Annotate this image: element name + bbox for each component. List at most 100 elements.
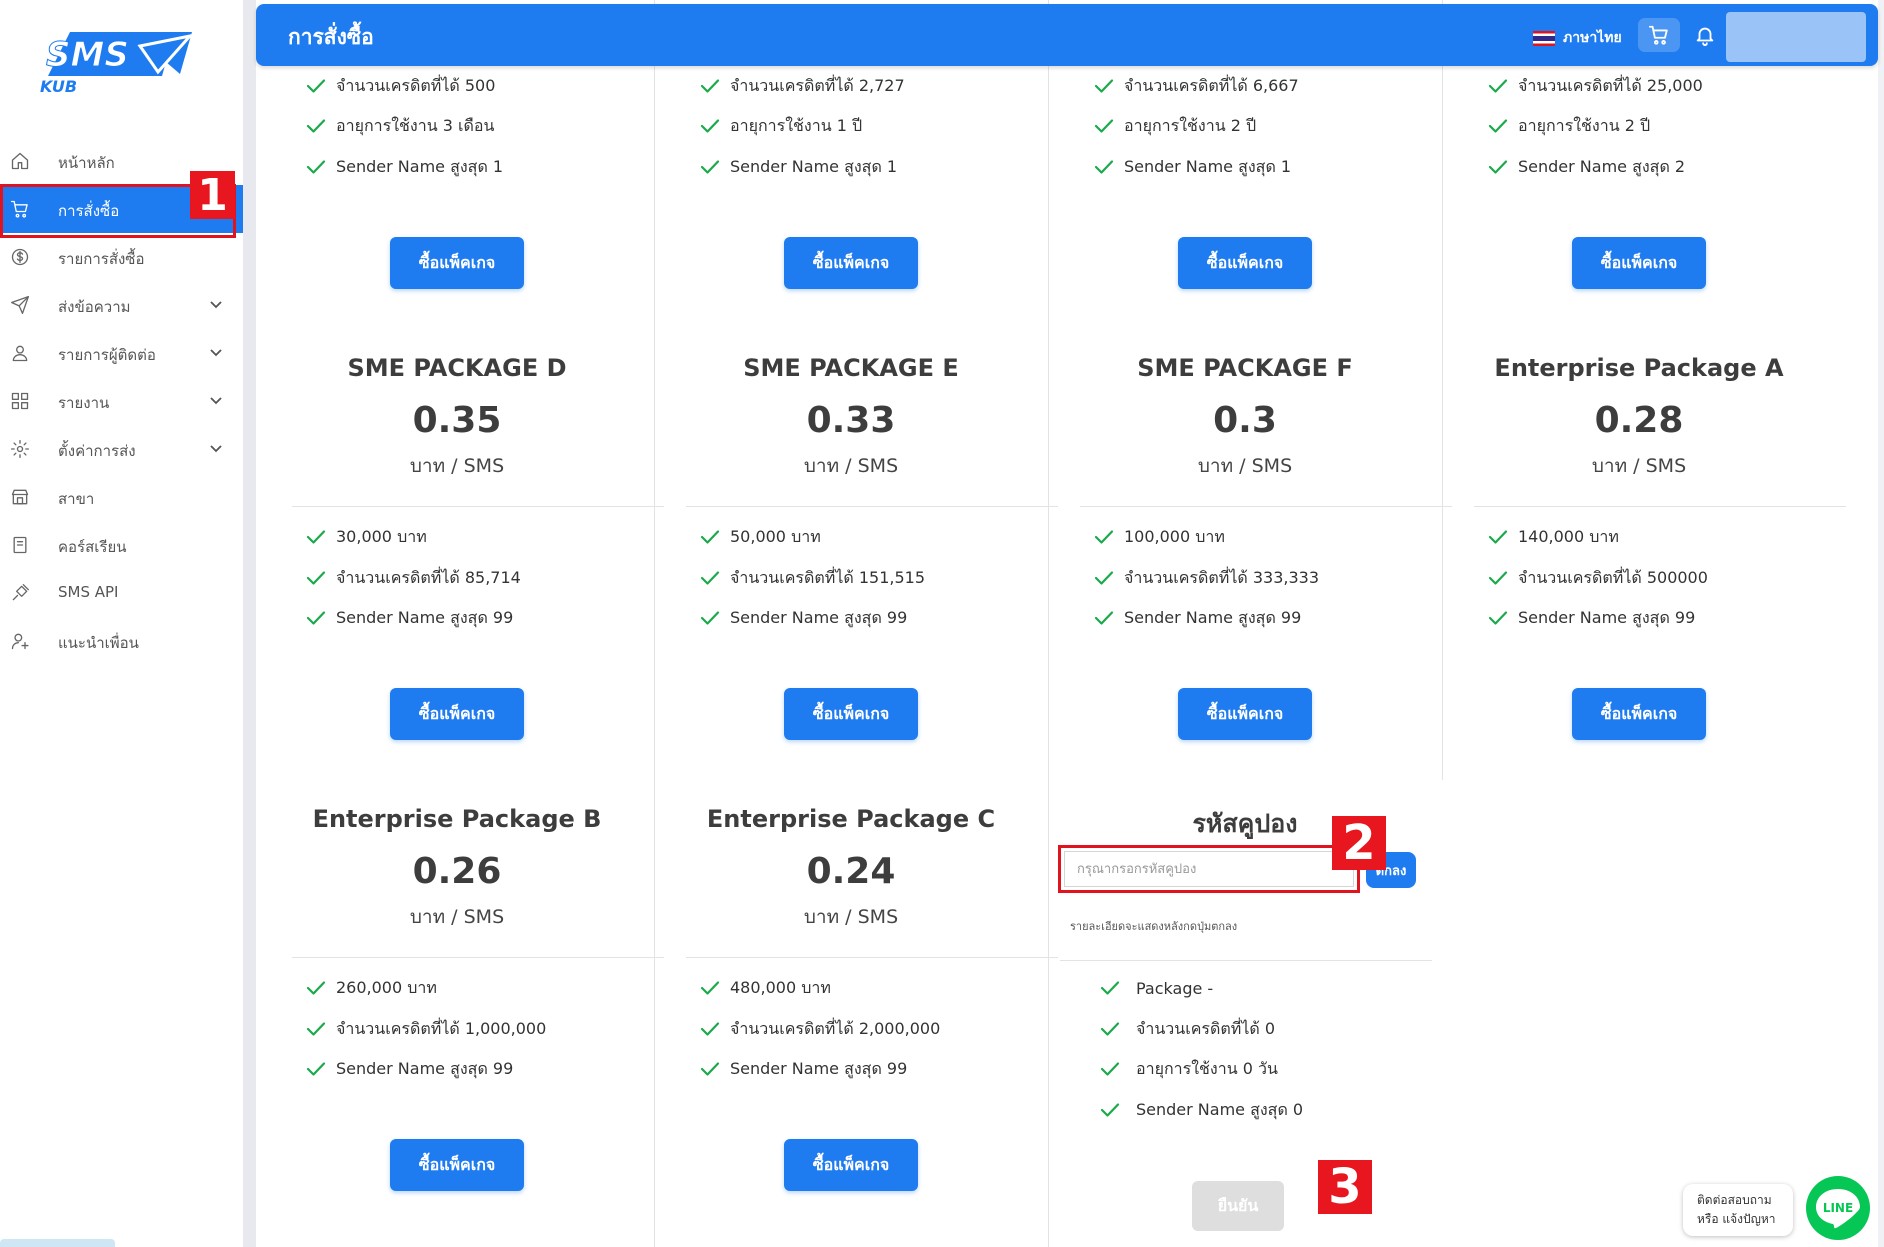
language-switcher[interactable]: ภาษาไทย — [1533, 27, 1622, 49]
sidebar-item-label: หน้าหลัก — [58, 154, 115, 172]
check-icon — [700, 571, 720, 585]
sidebar-item-8[interactable]: สาขา — [0, 473, 243, 521]
thai-flag-icon — [1533, 30, 1555, 46]
card-divider — [292, 506, 664, 507]
check-icon — [1488, 119, 1508, 133]
feature-item: จำนวนเครดิตที่ได้ 333,333 — [1094, 568, 1319, 588]
chevron-down-icon[interactable] — [209, 393, 223, 407]
contact-widget[interactable]: ติดต่อสอบถาม หรือ แจ้งปัญหา — [1683, 1184, 1793, 1236]
sidebar-item-3[interactable]: รายการสั่งซื้อ — [0, 233, 243, 281]
feature-item: จำนวนเครดิตที่ได้ 85,714 — [306, 568, 521, 588]
feature-text: Sender Name สูงสุด 99 — [730, 607, 908, 627]
package-column-2: จำนวนเครดิตที่ได้ 2,727 อายุการใช้งาน 1 ป… — [654, 0, 1058, 1247]
check-icon — [700, 981, 720, 995]
package-column-3: จำนวนเครดิตที่ได้ 6,667 อายุการใช้งาน 2 ป… — [1048, 0, 1452, 1247]
logo-text: SMS — [46, 35, 129, 75]
sidebar-item-label: ตั้งค่าการส่ง — [58, 442, 136, 460]
check-icon — [1488, 160, 1508, 174]
check-icon — [1100, 981, 1120, 995]
feature-item: Sender Name สูงสุด 99 — [306, 608, 513, 628]
feature-item: Sender Name สูงสุด 1 — [1094, 157, 1291, 177]
coupon-feature-item: อายุการใช้งาน 0 วัน — [1100, 1059, 1278, 1079]
buy-package-button[interactable]: ซื้อแพ็คเกจ — [390, 237, 524, 289]
check-icon — [1488, 79, 1508, 93]
price-unit: บาท / SMS — [803, 455, 899, 477]
feature-text: 260,000 บาท — [336, 977, 437, 997]
sidebar-item-11[interactable]: แนะนำเพื่อน — [0, 617, 243, 665]
bottom-status-chip — [0, 1239, 115, 1247]
card-divider — [1060, 960, 1432, 961]
check-icon — [1488, 611, 1508, 625]
check-icon — [306, 119, 326, 133]
check-icon — [306, 160, 326, 174]
sidebar-item-7[interactable]: ตั้งค่าการส่ง — [0, 425, 243, 473]
user-profile-blurred[interactable] — [1726, 12, 1866, 62]
sidebar-item-label: SMS API — [58, 583, 119, 601]
feature-item: จำนวนเครดิตที่ได้ 500000 — [1488, 568, 1708, 588]
marker-2: 2 — [1332, 815, 1386, 871]
buy-package-button[interactable]: ซื้อแพ็คเกจ — [1178, 237, 1312, 289]
feature-text: จำนวนเครดิตที่ได้ 6,667 — [1124, 75, 1299, 95]
line-chat-button[interactable]: LINE — [1806, 1176, 1870, 1240]
feature-item: 50,000 บาท — [700, 527, 821, 547]
feature-text: จำนวนเครดิตที่ได้ 500 — [336, 75, 496, 95]
logo-subtext: KUB — [40, 77, 77, 96]
cart-icon — [11, 200, 28, 218]
chevron-down-icon[interactable] — [209, 441, 223, 455]
sidebar-item-6[interactable]: รายงาน — [0, 377, 243, 425]
check-icon — [1094, 160, 1114, 174]
marker-1: 1 — [190, 170, 235, 221]
line-label: LINE — [1823, 1201, 1853, 1215]
chevron-down-icon[interactable] — [209, 297, 223, 311]
feature-text: Sender Name สูงสุด 1 — [1124, 156, 1292, 176]
feature-item: Sender Name สูงสุด 99 — [700, 608, 907, 628]
feature-text: จำนวนเครดิตที่ได้ 500000 — [1518, 567, 1708, 587]
feature-item: อายุการใช้งาน 1 ปี — [700, 116, 862, 136]
chevron-down-icon[interactable] — [209, 345, 223, 359]
feature-item: อายุการใช้งาน 2 ปี — [1094, 116, 1256, 136]
buy-package-button[interactable]: ซื้อแพ็คเกจ — [390, 1139, 524, 1191]
buy-package-button[interactable]: ซื้อแพ็คเกจ — [784, 237, 918, 289]
coupon-code-input[interactable] — [1064, 851, 1354, 887]
package-price: 0.35 — [412, 400, 502, 441]
card-divider — [686, 506, 1058, 507]
page-title: การสั่งซื้อ — [288, 25, 374, 49]
feature-text: อายุการใช้งาน 1 ปี — [730, 115, 863, 135]
coupon-feature-item: จำนวนเครดิตที่ได้ 0 — [1100, 1019, 1275, 1039]
price-unit: บาท / SMS — [1591, 455, 1687, 477]
store-icon — [11, 489, 29, 505]
cart-button[interactable] — [1638, 18, 1680, 52]
feature-text: Sender Name สูงสุด 1 — [730, 156, 898, 176]
smskub-logo[interactable]: SMS KUB — [40, 26, 196, 96]
feature-text: อายุการใช้งาน 0 วัน — [1136, 1058, 1278, 1078]
buy-package-button[interactable]: ซื้อแพ็คเกจ — [1572, 688, 1706, 740]
confirm-button[interactable]: ยืนยัน — [1192, 1181, 1284, 1231]
sidebar-item-9[interactable]: คอร์สเรียน — [0, 521, 243, 569]
feature-text: จำนวนเครดิตที่ได้ 151,515 — [730, 567, 925, 587]
sidebar-item-label: รายงาน — [58, 394, 110, 412]
feature-item: Sender Name สูงสุด 99 — [306, 1059, 513, 1079]
coupon-feature-item: Sender Name สูงสุด 0 — [1100, 1100, 1303, 1120]
coupon-note: รายละเอียดจะแสดงหลังกดปุ่มตกลง — [1070, 920, 1238, 933]
package-price: 0.26 — [412, 851, 502, 892]
feature-item: Sender Name สูงสุด 99 — [1094, 608, 1301, 628]
sidebar-item-10[interactable]: SMS API — [0, 569, 243, 617]
buy-package-button[interactable]: ซื้อแพ็คเกจ — [1178, 688, 1312, 740]
check-icon — [1100, 1062, 1120, 1076]
bell-icon[interactable] — [1694, 24, 1716, 46]
feature-item: อายุการใช้งาน 3 เดือน — [306, 116, 494, 136]
buy-package-button[interactable]: ซื้อแพ็คเกจ — [784, 1139, 918, 1191]
sidebar-item-5[interactable]: รายการผู้ติดต่อ — [0, 329, 243, 377]
send-icon — [11, 296, 30, 314]
sidebar-item-label: แนะนำเพื่อน — [58, 634, 139, 652]
user-icon — [12, 345, 28, 362]
buy-package-button[interactable]: ซื้อแพ็คเกจ — [784, 688, 918, 740]
buy-package-button[interactable]: ซื้อแพ็คเกจ — [390, 688, 524, 740]
sidebar-item-label: รายการผู้ติดต่อ — [58, 346, 156, 364]
coupon-feature-item: Package - — [1100, 978, 1213, 998]
sidebar-item-4[interactable]: ส่งข้อความ — [0, 281, 243, 329]
top-header: การสั่งซื้อ ภาษาไทย — [256, 4, 1878, 66]
feature-item: 30,000 บาท — [306, 527, 427, 547]
buy-package-button[interactable]: ซื้อแพ็คเกจ — [1572, 237, 1706, 289]
feature-item: Sender Name สูงสุด 1 — [700, 157, 897, 177]
